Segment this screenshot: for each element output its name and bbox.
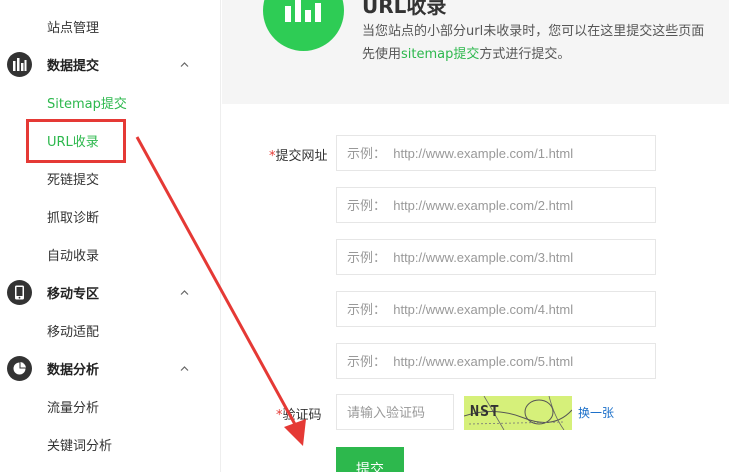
pie-chart-icon	[7, 355, 32, 381]
sidebar-item-label: 流量分析	[47, 400, 100, 416]
url-input-5[interactable]	[336, 343, 656, 379]
sidebar-item-label: 移动适配	[47, 324, 100, 340]
sidebar-group-label: 数据提交	[47, 58, 100, 74]
sidebar-item-label: 死链提交	[47, 172, 100, 188]
sidebar-item-dead-link[interactable]: 死链提交	[0, 159, 221, 197]
description-line-1: 当您站点的小部分url未收录时，您可以在这里提交这些页面	[362, 24, 705, 39]
sitemap-submit-link[interactable]: sitemap提交	[401, 47, 479, 62]
url-input-1[interactable]	[336, 135, 656, 171]
sidebar-item-label: 关键词分析	[47, 438, 113, 454]
sidebar-item-traffic-analysis[interactable]: 流量分析	[0, 387, 221, 425]
sidebar-group-label: 移动专区	[47, 286, 100, 302]
page-header: URL收录 当您站点的小部分url未收录时，您可以在这里提交这些页面 先使用si…	[222, 0, 729, 104]
description-text: 先使用	[362, 47, 402, 62]
mobile-phone-icon	[7, 279, 32, 305]
description-text: 方式进行提交。	[479, 47, 571, 62]
submit-button[interactable]: 提交	[336, 447, 404, 472]
url-field-label-text: 提交网址	[275, 149, 328, 164]
url-input-3[interactable]	[336, 239, 656, 275]
sidebar-item-keyword-analysis[interactable]: 关键词分析	[0, 425, 221, 463]
sidebar-item-label: 抓取诊断	[47, 210, 100, 226]
sidebar-group-label: 数据分析	[47, 362, 100, 378]
page-title: URL收录	[362, 0, 447, 18]
url-input-2[interactable]	[336, 187, 656, 223]
sidebar-item-site-management[interactable]: 站点管理	[0, 7, 221, 45]
sidebar-item-label: 站点管理	[47, 20, 100, 36]
chevron-up-icon	[180, 365, 189, 371]
captcha-input[interactable]	[336, 394, 454, 430]
bar-chart-icon	[7, 51, 32, 77]
page-description: 当您站点的小部分url未收录时，您可以在这里提交这些页面 先使用sitemap提…	[362, 20, 729, 66]
captcha-image[interactable]: NST	[464, 396, 572, 430]
captcha-text: NST	[470, 402, 501, 420]
highlight-box	[26, 119, 126, 163]
bar-chart-logo-icon	[263, 0, 344, 51]
chevron-up-icon	[180, 61, 189, 67]
sidebar-group-mobile[interactable]: 移动专区	[0, 273, 221, 311]
sidebar-item-mobile-adapt[interactable]: 移动适配	[0, 311, 221, 349]
sidebar-item-auto-index[interactable]: 自动收录	[0, 235, 221, 273]
url-input-4[interactable]	[336, 291, 656, 327]
captcha-label-text: 验证码	[282, 408, 322, 423]
sidebar-group-data-analysis[interactable]: 数据分析	[0, 349, 221, 387]
sidebar: 站点管理 数据提交 Sitemap提交 URL收录 死链提交 抓取诊断 自动收录…	[0, 0, 221, 472]
sidebar-item-sitemap[interactable]: Sitemap提交	[0, 83, 221, 121]
chevron-up-icon	[180, 289, 189, 295]
captcha-label: *验证码	[276, 404, 322, 423]
refresh-captcha-link[interactable]: 换一张	[578, 404, 614, 421]
url-field-label: *提交网址	[269, 145, 328, 164]
sidebar-item-label: 自动收录	[47, 248, 100, 264]
description-line-2: 先使用sitemap提交方式进行提交。	[362, 43, 729, 66]
sidebar-group-data-submission[interactable]: 数据提交	[0, 45, 221, 83]
sidebar-item-crawl-diagnosis[interactable]: 抓取诊断	[0, 197, 221, 235]
sidebar-item-label: Sitemap提交	[47, 96, 127, 112]
